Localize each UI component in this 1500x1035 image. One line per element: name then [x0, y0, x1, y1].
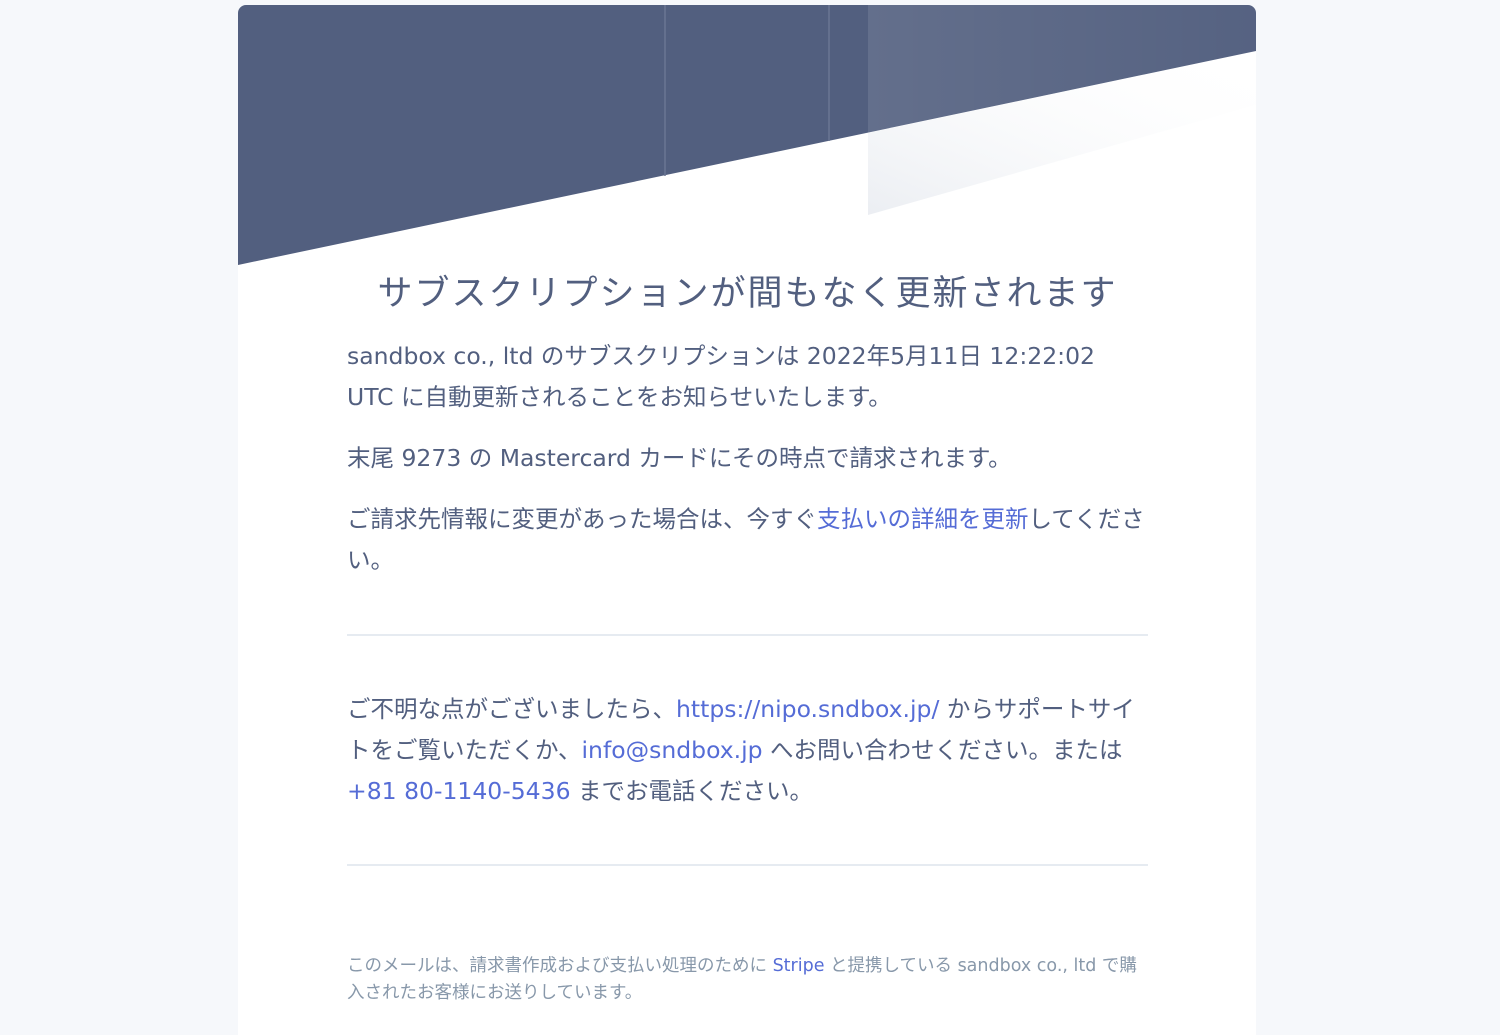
billing-text-before: ご請求先情報に変更があった場合は、今すぐ [347, 505, 817, 533]
support-text-3: へお問い合わせください。または [762, 736, 1123, 764]
email-card: サブスクリプションが間もなく更新されます sandbox co., ltd のサ… [238, 5, 1256, 1035]
card-notice: 末尾 9273 の Mastercard カードにその時点で請求されます。 [347, 444, 1012, 472]
support-email-link[interactable]: info@sndbox.jp [582, 736, 763, 764]
support-phone-link[interactable]: +81 80-1140-5436 [347, 777, 571, 805]
support-site-link[interactable]: https://nipo.sndbox.jp/ [676, 695, 939, 723]
stripe-link[interactable]: Stripe [773, 956, 825, 976]
footer-note: このメールは、請求書作成および支払い処理のために Stripe と提携している … [347, 953, 1148, 1007]
footer-text-before: このメールは、請求書作成および支払い処理のために [347, 956, 773, 976]
renewal-text: sandbox co., ltd のサブスクリプションは 2022年5月11日 … [347, 342, 1095, 411]
header-banner [238, 5, 1256, 265]
divider [347, 634, 1148, 636]
update-payment-details-link[interactable]: 支払いの詳細を更新 [817, 505, 1029, 533]
support-notice: ご不明な点がございましたら、https://nipo.sndbox.jp/ から… [347, 689, 1148, 812]
billing-notice: ご請求先情報に変更があった場合は、今すぐ支払いの詳細を更新してください。 [347, 499, 1148, 581]
divider [347, 864, 1148, 866]
support-text-4: までお電話ください。 [570, 777, 814, 805]
renewal-notice: sandbox co., ltd のサブスクリプションは 2022年5月11日 … [347, 336, 1148, 418]
email-body: サブスクリプションが間もなく更新されます sandbox co., ltd のサ… [347, 263, 1148, 1007]
support-text-1: ご不明な点がございましたら、 [347, 695, 676, 723]
email-title: サブスクリプションが間もなく更新されます [377, 274, 1118, 314]
